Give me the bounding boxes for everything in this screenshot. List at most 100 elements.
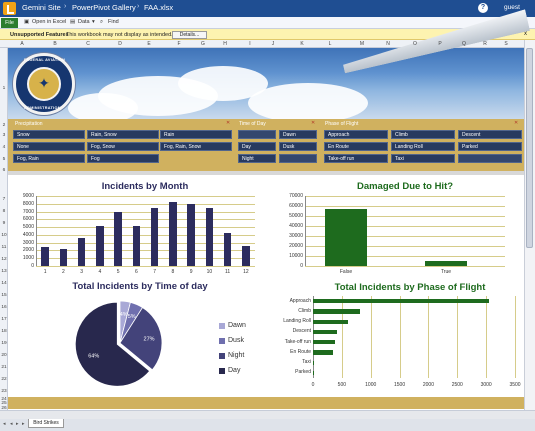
column-header-h[interactable]: H xyxy=(215,41,235,47)
slicer-item-time[interactable]: Night xyxy=(238,154,276,163)
row-number[interactable]: 20 xyxy=(0,353,8,358)
slicer-item-phase[interactable]: Approach xyxy=(324,130,388,139)
row-number[interactable]: 18 xyxy=(0,329,8,334)
gridline xyxy=(370,296,372,378)
column-header-s[interactable]: S xyxy=(496,41,516,47)
next-sheet-icon[interactable]: ▸ xyxy=(16,421,19,427)
row-number[interactable]: 23 xyxy=(0,389,8,394)
x-tick-label: 5 xyxy=(116,269,120,275)
vertical-scroll-thumb[interactable] xyxy=(526,48,533,248)
row-number[interactable]: 8 xyxy=(0,209,8,214)
row-number[interactable]: 11 xyxy=(0,245,8,250)
slicer-item-phase[interactable]: Climb xyxy=(391,130,455,139)
banner-image xyxy=(8,48,524,119)
column-header-f[interactable]: F xyxy=(169,41,189,47)
find-button[interactable]: Find xyxy=(108,19,119,25)
bar xyxy=(132,226,141,266)
seal-bottom-text: ADMINISTRATION xyxy=(24,106,61,110)
column-header-j[interactable]: J xyxy=(263,41,283,47)
user-menu[interactable]: guest xyxy=(504,4,520,11)
slicer-item-precipitation[interactable]: None xyxy=(13,142,85,151)
slicer-item-time[interactable]: Dawn xyxy=(279,130,317,139)
column-header-g[interactable]: G xyxy=(193,41,213,47)
slicer-item-phase[interactable]: Landing Roll xyxy=(391,142,455,151)
slicer-item-time-empty[interactable] xyxy=(238,130,276,139)
slicer-item-time-empty[interactable] xyxy=(279,154,317,163)
slicer-item-time[interactable]: Dusk xyxy=(279,142,317,151)
row-number[interactable]: 17 xyxy=(0,317,8,322)
row-number[interactable]: 6 xyxy=(0,168,8,173)
breadcrumb-site[interactable]: Gemini Site xyxy=(22,3,61,12)
column-header-p[interactable]: P xyxy=(430,41,450,47)
slicer-item-phase[interactable]: Descent xyxy=(458,130,522,139)
row-number[interactable]: 2 xyxy=(0,123,8,128)
help-icon[interactable]: ? xyxy=(478,3,488,13)
row-number[interactable]: 7 xyxy=(0,197,8,202)
slicer-item-phase[interactable]: Take-off run xyxy=(324,154,388,163)
column-header-a[interactable]: A xyxy=(12,41,32,47)
column-header-k[interactable]: K xyxy=(292,41,312,47)
slicer-item-time[interactable]: Day xyxy=(238,142,276,151)
row-number[interactable]: 16 xyxy=(0,305,8,310)
column-header-m[interactable]: M xyxy=(352,41,372,47)
legend-label: Night xyxy=(228,351,245,359)
column-header-e[interactable]: E xyxy=(139,41,159,47)
column-header-r[interactable]: R xyxy=(475,41,495,47)
first-sheet-icon[interactable]: ◂ xyxy=(3,421,6,427)
details-button[interactable]: Details... xyxy=(172,30,207,39)
sheet-tab-bird-strikes[interactable]: Bird Strikes xyxy=(28,419,64,428)
slicer-item-precipitation[interactable]: Snow xyxy=(13,130,85,139)
row-number[interactable]: 14 xyxy=(0,281,8,286)
row-number[interactable]: 10 xyxy=(0,233,8,238)
bar xyxy=(325,209,367,266)
column-header-o[interactable]: O xyxy=(405,41,425,47)
slicer-item-precipitation[interactable]: Fog, Rain, Snow xyxy=(160,142,232,151)
slicer-item-phase[interactable]: Taxi xyxy=(391,154,455,163)
clear-filter-icon[interactable]: ✕ xyxy=(514,120,520,126)
slicer-item-phase[interactable]: En Route xyxy=(324,142,388,151)
slicer-item-phase[interactable]: Parked xyxy=(458,142,522,151)
row-number[interactable]: 19 xyxy=(0,341,8,346)
x-tick-label: 0 xyxy=(311,382,315,388)
gridline xyxy=(36,219,255,221)
y-axis xyxy=(305,196,306,266)
last-sheet-icon[interactable]: ▸ xyxy=(22,421,25,427)
slicer-item-phase-empty[interactable] xyxy=(458,154,522,163)
row-number[interactable]: 4 xyxy=(0,145,8,150)
row-number[interactable]: 22 xyxy=(0,377,8,382)
slicer-item-precipitation[interactable]: Rain, Snow xyxy=(87,130,159,139)
slicer-item-precipitation[interactable]: Fog xyxy=(87,154,159,163)
row-number[interactable]: 12 xyxy=(0,257,8,262)
clear-filter-icon[interactable]: ✕ xyxy=(226,120,232,126)
row-number[interactable]: 26 xyxy=(0,406,8,411)
column-header-d[interactable]: D xyxy=(110,41,130,47)
data-menu-button[interactable]: Data xyxy=(78,19,90,25)
column-header-c[interactable]: C xyxy=(78,41,98,47)
column-header-n[interactable]: N xyxy=(378,41,398,47)
gridline xyxy=(36,227,255,229)
slicer-item-precipitation[interactable]: Fog, Rain xyxy=(13,154,85,163)
open-in-excel-button[interactable]: Open in Excel xyxy=(32,19,66,25)
row-number[interactable]: 21 xyxy=(0,365,8,370)
clear-filter-icon[interactable]: ✕ xyxy=(311,120,317,126)
slicer-item-precipitation[interactable]: Rain xyxy=(160,130,232,139)
row-number[interactable]: 15 xyxy=(0,293,8,298)
slicer-item-precipitation[interactable]: Fog, Snow xyxy=(87,142,159,151)
breadcrumb-gallery[interactable]: PowerPivot Gallery xyxy=(72,3,136,12)
row-number[interactable]: 5 xyxy=(0,157,8,162)
column-header-q[interactable]: Q xyxy=(454,41,474,47)
slicer-precipitation-title: Precipitation xyxy=(15,121,43,127)
gridline xyxy=(36,258,255,260)
column-header-l[interactable]: L xyxy=(320,41,340,47)
row-number[interactable]: 13 xyxy=(0,269,8,274)
row-number[interactable]: 3 xyxy=(0,133,8,138)
column-header-b[interactable]: B xyxy=(45,41,65,47)
row-number[interactable]: 9 xyxy=(0,221,8,226)
horizontal-scroll-area[interactable] xyxy=(0,410,535,419)
bar xyxy=(96,225,104,266)
column-header-i[interactable]: I xyxy=(240,41,260,47)
row-number[interactable]: 1 xyxy=(0,86,8,91)
prev-sheet-icon[interactable]: ◂ xyxy=(10,421,13,427)
file-tab[interactable]: File xyxy=(1,18,18,28)
bar xyxy=(313,360,315,365)
